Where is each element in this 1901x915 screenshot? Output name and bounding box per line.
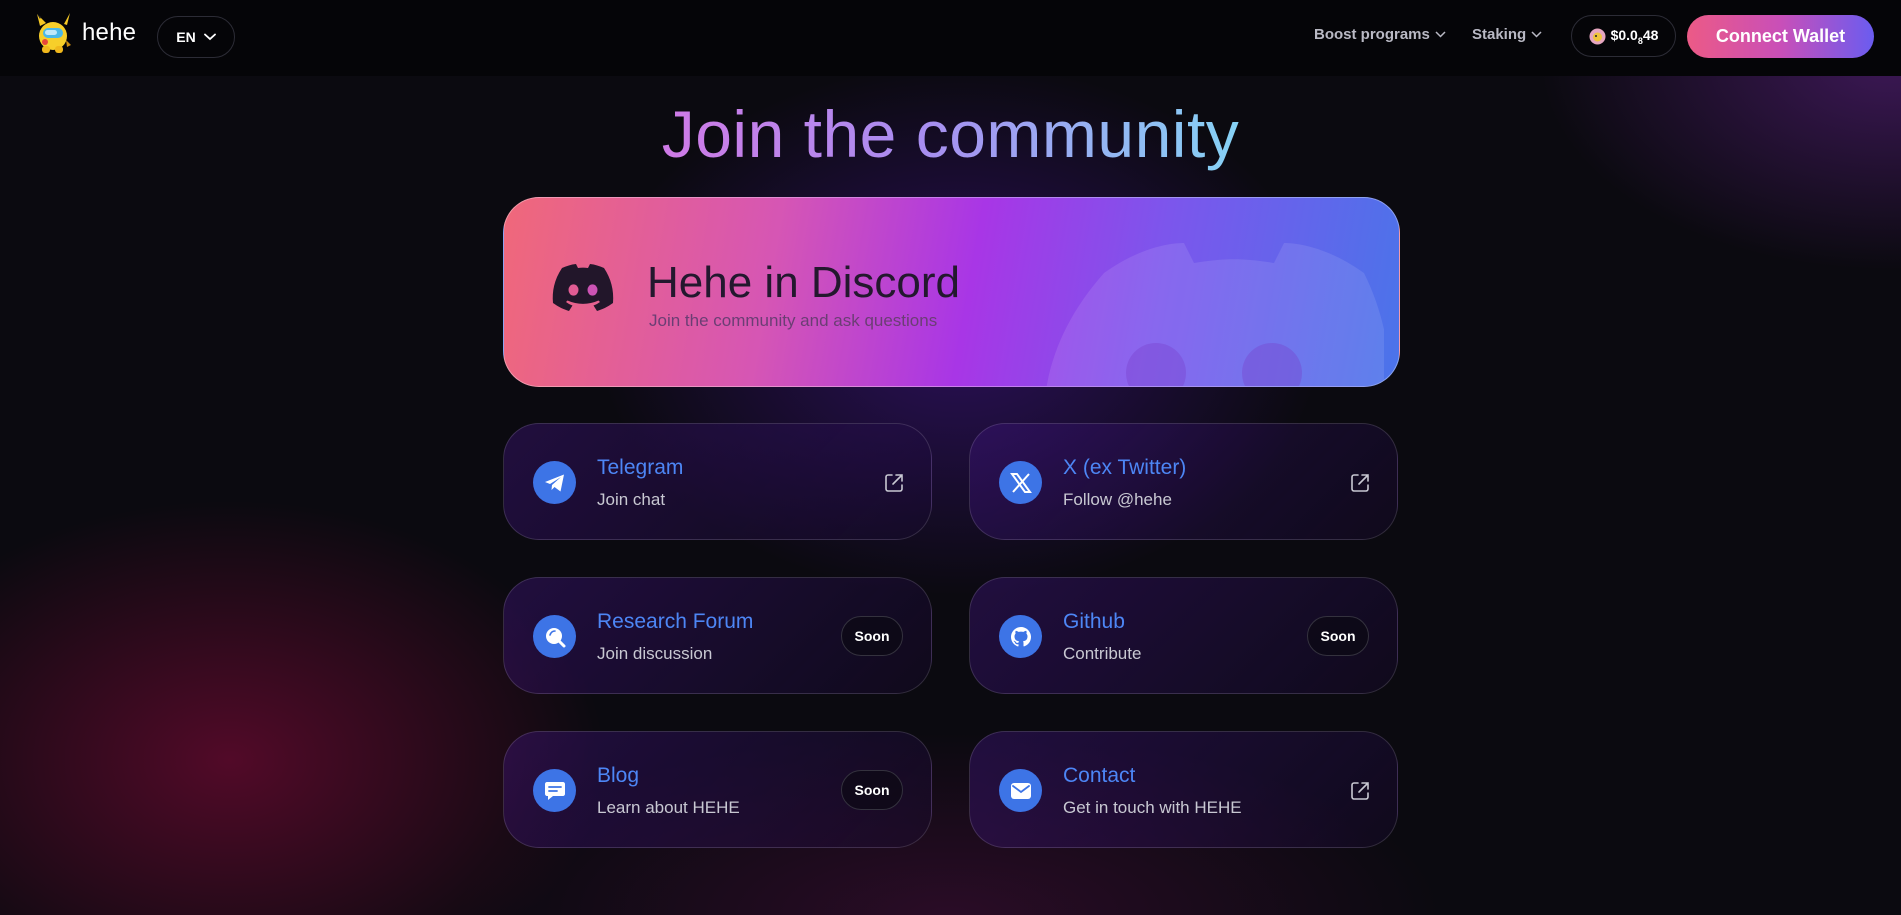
external-link-icon[interactable] bbox=[1349, 472, 1371, 494]
research-forum-card[interactable]: Research Forum Join discussion Soon bbox=[503, 577, 932, 694]
token-price[interactable]: $0.0848 bbox=[1571, 15, 1676, 57]
card-subtitle: Join chat bbox=[597, 490, 666, 509]
chevron-down-icon bbox=[203, 33, 216, 41]
price-value: $0.0848 bbox=[1610, 26, 1659, 46]
brand-name: hehe bbox=[82, 19, 137, 46]
card-title: Contact bbox=[1063, 764, 1136, 787]
card-subtitle: Join discussion bbox=[597, 644, 713, 663]
token-icon bbox=[1589, 28, 1606, 44]
language-selector[interactable]: EN bbox=[157, 16, 235, 58]
top-nav: hehe EN Boost programs Staking $0.0848 C… bbox=[0, 0, 1901, 76]
language-label: EN bbox=[176, 29, 196, 45]
chevron-down-icon bbox=[1531, 31, 1542, 38]
card-subtitle: Learn about HEHE bbox=[597, 798, 740, 817]
card-subtitle: Contribute bbox=[1063, 644, 1142, 663]
soon-badge: Soon bbox=[841, 616, 903, 656]
card-title: Github bbox=[1063, 610, 1125, 633]
soon-badge: Soon bbox=[841, 770, 903, 810]
page-title: Join the community bbox=[661, 97, 1240, 171]
card-title: Research Forum bbox=[597, 610, 754, 633]
chevron-down-icon bbox=[1435, 31, 1446, 38]
chat-bubble-icon bbox=[533, 769, 576, 812]
nav-boost-programs[interactable]: Boost programs bbox=[1314, 26, 1446, 43]
brand-logo[interactable]: hehe bbox=[34, 12, 136, 54]
external-link-icon[interactable] bbox=[883, 472, 905, 494]
discord-subtitle: Join the community and ask questions bbox=[649, 311, 938, 330]
nav-staking[interactable]: Staking bbox=[1472, 26, 1542, 43]
blog-card[interactable]: Blog Learn about HEHE Soon bbox=[503, 731, 932, 848]
forum-icon bbox=[533, 615, 576, 658]
card-subtitle: Follow @hehe bbox=[1063, 490, 1172, 509]
connect-wallet-button[interactable]: Connect Wallet bbox=[1687, 15, 1874, 58]
card-title: Blog bbox=[597, 764, 640, 787]
telegram-icon bbox=[533, 461, 576, 504]
discord-watermark-icon bbox=[1046, 243, 1384, 386]
mail-icon bbox=[999, 769, 1042, 812]
x-icon bbox=[999, 461, 1042, 504]
discord-card[interactable]: Hehe in Discord Join the community and a… bbox=[503, 197, 1400, 387]
pikachu-logo-icon bbox=[37, 13, 71, 53]
github-icon bbox=[999, 615, 1042, 658]
card-subtitle: Get in touch with HEHE bbox=[1063, 798, 1242, 817]
twitter-card[interactable]: X (ex Twitter) Follow @hehe bbox=[969, 423, 1398, 540]
telegram-card[interactable]: Telegram Join chat bbox=[503, 423, 932, 540]
soon-badge: Soon bbox=[1307, 616, 1369, 656]
discord-title: Hehe in Discord bbox=[647, 258, 961, 307]
card-title: X (ex Twitter) bbox=[1063, 456, 1187, 479]
nav-staking-label: Staking bbox=[1472, 26, 1527, 43]
card-title: Telegram bbox=[597, 456, 684, 479]
nav-boost-programs-label: Boost programs bbox=[1314, 26, 1430, 43]
github-card[interactable]: Github Contribute Soon bbox=[969, 577, 1398, 694]
contact-card[interactable]: Contact Get in touch with HEHE bbox=[969, 731, 1398, 848]
external-link-icon[interactable] bbox=[1349, 780, 1371, 802]
discord-icon bbox=[552, 264, 614, 311]
